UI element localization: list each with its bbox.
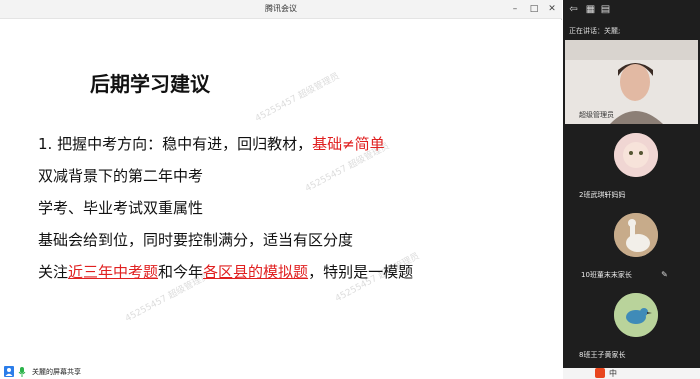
slide-line-5: 关注近三年中考题和今年各区县的模拟题，特别是一模题 bbox=[38, 261, 413, 282]
screen-share-label: 关麓的屏幕共享 bbox=[32, 368, 81, 376]
participant-avatar[interactable] bbox=[614, 293, 658, 337]
arrow-left-icon[interactable]: ⇦ bbox=[568, 4, 579, 15]
line5-a: 关注 bbox=[38, 263, 69, 281]
line5-c: 和今年 bbox=[158, 263, 204, 281]
presentation-slide: 45255457 超级管理员 45255457 超级管理员 45255457 超… bbox=[0, 20, 562, 364]
participant-name: 10班董末末家长 bbox=[581, 271, 632, 279]
microphone-icon[interactable] bbox=[17, 366, 27, 377]
goose-avatar-image bbox=[614, 213, 658, 257]
line5-b: 近三年中考题 bbox=[68, 263, 159, 281]
status-bar: 关麓的屏幕共享 bbox=[0, 364, 562, 379]
user-icon[interactable] bbox=[4, 366, 14, 377]
slide-title: 后期学习建议 bbox=[90, 72, 210, 96]
title-bar: 腾讯会议 – □ ✕ bbox=[0, 0, 562, 19]
slide-line-2: 双减背景下的第二年中考 bbox=[38, 167, 204, 185]
participant-name: 2班武琪轩妈妈 bbox=[579, 191, 626, 199]
participants-panel: ⇦ ▦ ▤ 正在讲话：关麓; 超级管理员 2班武琪轩妈妈 10班董末末家长 ✎ … bbox=[563, 0, 700, 379]
panel-toolbar: ⇦ ▦ ▤ bbox=[563, 0, 700, 20]
close-button[interactable]: ✕ bbox=[545, 2, 559, 16]
slide-line-1: 1. 把握中考方向：稳中有进，回归教材，基础≠简单 bbox=[38, 133, 385, 154]
list-view-icon[interactable]: ▤ bbox=[600, 4, 611, 15]
maximize-button[interactable]: □ bbox=[527, 2, 541, 16]
ime-label[interactable]: 中 bbox=[609, 368, 617, 379]
video-tile-main[interactable]: 超级管理员 bbox=[565, 40, 698, 124]
line5-e: ，特别是一模题 bbox=[308, 263, 414, 281]
watermark: 45255457 超级管理员 bbox=[253, 71, 342, 125]
grid-view-icon[interactable]: ▦ bbox=[585, 4, 596, 15]
line1-highlight: 基础≠简单 bbox=[312, 135, 385, 153]
minimize-button[interactable]: – bbox=[508, 2, 522, 16]
slide-line-4: 基础会给到位，同时要控制满分，适当有区分度 bbox=[38, 231, 354, 249]
slide-line-3: 学考、毕业考试双重属性 bbox=[38, 199, 204, 217]
baby-avatar-image bbox=[614, 133, 658, 177]
input-method-icon[interactable] bbox=[595, 368, 605, 378]
participant-name: 超级管理员 bbox=[579, 111, 614, 119]
participant-name: 8班王子黄家长 bbox=[579, 351, 626, 359]
participant-avatar[interactable] bbox=[614, 133, 658, 177]
line5-d: 各区县的模拟题 bbox=[203, 263, 309, 281]
window-title: 腾讯会议 bbox=[265, 4, 297, 13]
speaking-indicator: 正在讲话：关麓; bbox=[569, 27, 621, 35]
bird-avatar-image bbox=[614, 293, 658, 337]
participant-avatar[interactable] bbox=[614, 213, 658, 257]
shared-screen-window: 腾讯会议 – □ ✕ 45255457 超级管理员 45255457 超级管理员… bbox=[0, 0, 562, 379]
pencil-icon: ✎ bbox=[661, 270, 668, 279]
system-taskbar: 中 bbox=[563, 368, 700, 379]
line1-text: 1. 把握中考方向：稳中有进，回归教材， bbox=[38, 135, 313, 153]
